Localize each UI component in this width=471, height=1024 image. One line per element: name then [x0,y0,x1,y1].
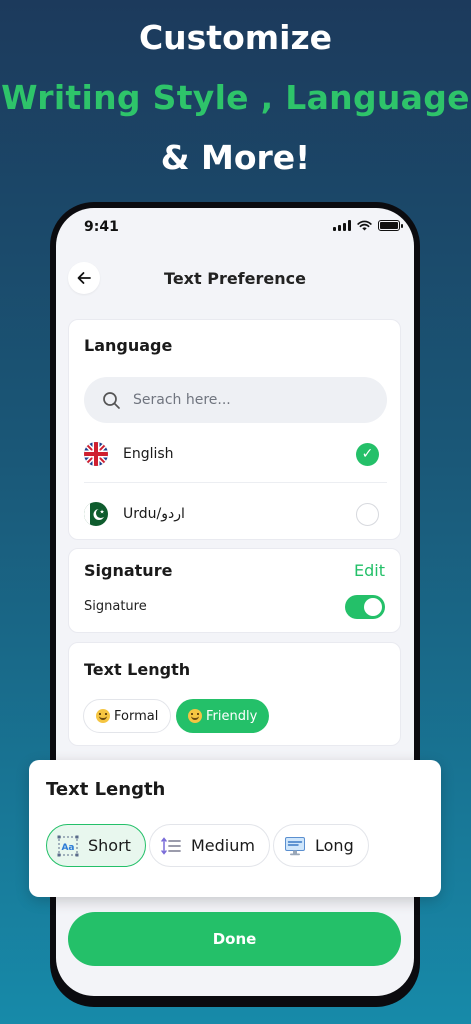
svg-text:Aa: Aa [61,843,74,853]
signature-card-title: Signature [84,561,173,580]
status-time: 9:41 [84,219,119,235]
length-option-label: Medium [191,836,255,855]
text-length-card-title: Text Length [84,660,191,679]
language-item-urdu[interactable]: Urdu/اردو [84,494,387,534]
monitor-text-icon [284,835,306,857]
text-length-popup: Text Length Aa Short Medium Long [29,760,441,897]
promo-headline-line2: Writing Style , Language [1,78,470,117]
battery-icon [378,220,403,231]
language-item-label: Urdu/اردو [123,506,185,522]
chip-label: Friendly [206,708,258,724]
length-option-label: Long [315,836,354,855]
status-icons [333,220,403,231]
wifi-icon [357,220,372,231]
smile-emoji-icon [96,709,110,723]
chip-friendly[interactable]: Friendly [176,699,270,733]
chip-formal[interactable]: Formal [83,699,172,733]
length-option-medium[interactable]: Medium [149,824,270,867]
search-placeholder: Serach here... [133,392,231,408]
pakistan-flag-icon [84,502,108,526]
search-icon [103,391,120,409]
promo-headline-line1: Customize [138,18,333,57]
text-length-card: Text Length Formal Friendly [68,642,401,746]
language-item-label: English [123,446,174,462]
line-spacing-icon [160,835,182,857]
popup-title: Text Length [46,779,166,800]
text-aa-icon: Aa [57,835,79,857]
cellular-signal-icon [333,220,351,231]
length-option-long[interactable]: Long [273,824,369,867]
selected-check-icon[interactable]: ✓ [356,442,379,466]
edit-signature-link[interactable]: Edit [354,561,385,580]
page-title: Text Preference [164,269,306,288]
done-button[interactable]: Done [68,912,401,966]
divider [84,482,387,483]
length-option-short[interactable]: Aa Short [46,824,146,867]
promo-headline-line3: & More! [160,138,311,177]
language-card-title: Language [84,336,173,355]
grin-emoji-icon [188,709,202,723]
search-input[interactable]: Serach here... [84,377,387,423]
language-card: Language Serach here... English ✓ Urdu/ا… [68,319,401,540]
length-option-label: Short [88,836,131,855]
uk-flag-icon [84,442,108,466]
signature-toggle-label: Signature [84,599,147,614]
signature-toggle[interactable] [345,595,385,619]
chip-label: Formal [114,708,159,724]
unselected-radio[interactable] [356,502,379,526]
signature-card: Signature Edit Signature [68,548,401,633]
language-item-english[interactable]: English ✓ [84,434,387,474]
